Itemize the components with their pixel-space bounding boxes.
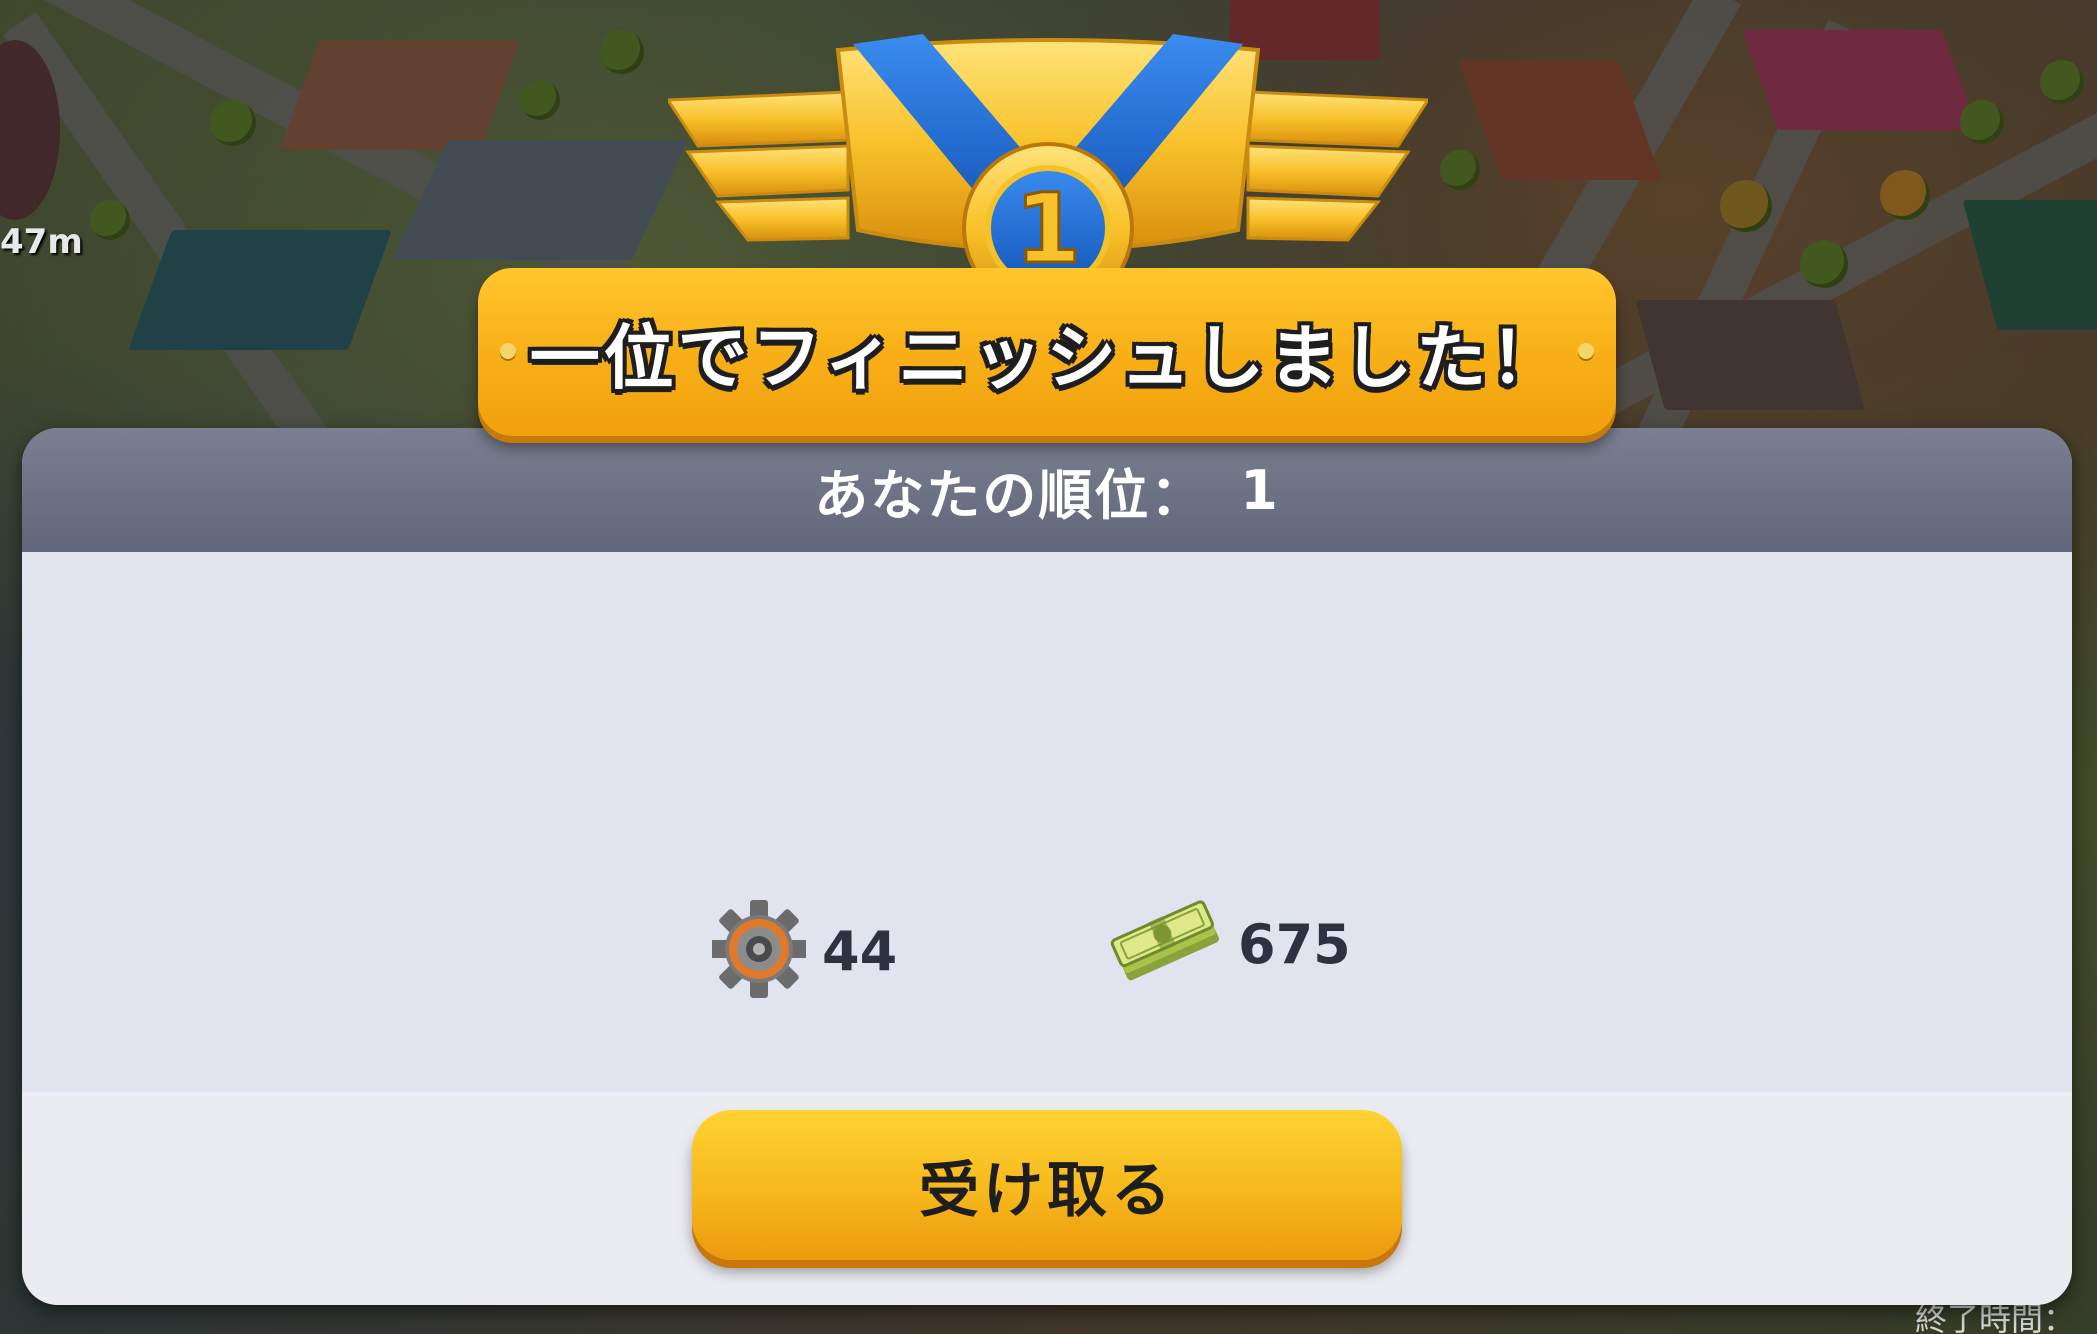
gear-icon xyxy=(710,897,808,1005)
cash-icon xyxy=(1110,897,1222,991)
banner-title: 一位でフィニッシュしました！ xyxy=(529,316,1565,399)
distance-label: 47m xyxy=(0,222,83,262)
rank-header: あなたの順位： 1 xyxy=(22,428,2072,552)
gear-amount: 44 xyxy=(822,919,898,983)
cash-amount: 675 xyxy=(1238,912,1351,976)
finish-banner: 一位でフィニッシュしました！ xyxy=(478,268,1616,436)
reward-gears: 44 xyxy=(710,897,898,1005)
claim-button[interactable]: 受け取る xyxy=(692,1110,1402,1260)
rank-value: 1 xyxy=(1240,458,1280,522)
reward-cash: 675 xyxy=(1110,897,1351,991)
rewards-panel: 44 675 xyxy=(22,552,2072,1092)
rank-label: あなたの順位： xyxy=(814,463,1207,527)
banner-rivet xyxy=(500,343,516,359)
banner-rivet xyxy=(1578,343,1594,359)
